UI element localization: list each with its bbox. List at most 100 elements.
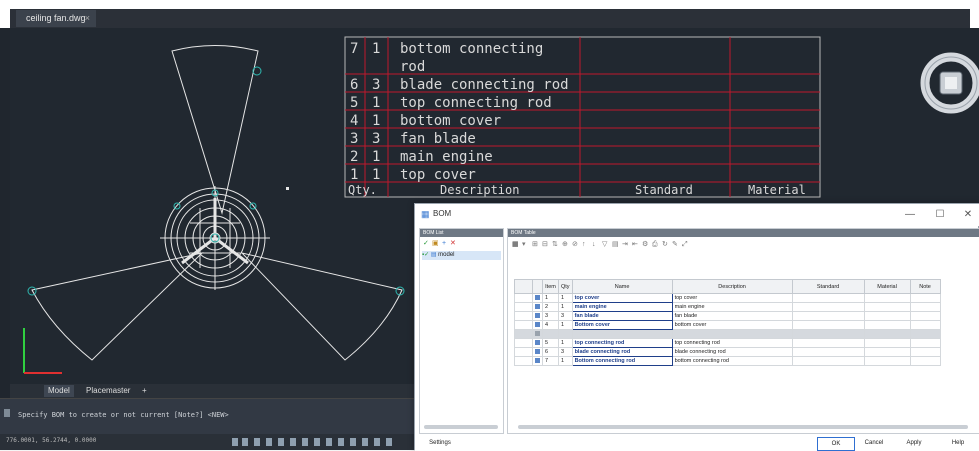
cell-item[interactable] bbox=[542, 329, 559, 339]
cell-description[interactable]: fan blade bbox=[671, 311, 793, 321]
sort-icon[interactable]: ⇅ bbox=[552, 241, 559, 248]
cell-note[interactable] bbox=[909, 338, 941, 348]
settings-button[interactable]: Settings bbox=[423, 437, 457, 449]
cell-item[interactable]: 4 bbox=[542, 320, 559, 330]
col-header-material[interactable]: Material bbox=[863, 279, 911, 294]
row-checkbox[interactable] bbox=[532, 347, 543, 357]
cell-item[interactable]: 2 bbox=[542, 302, 559, 312]
row-checkbox[interactable] bbox=[532, 293, 543, 303]
view-cube[interactable] bbox=[918, 50, 979, 116]
row-selector[interactable] bbox=[514, 293, 533, 303]
table-row[interactable]: 4 1 Bottom cover bottom cover bbox=[514, 320, 941, 330]
row-selector[interactable] bbox=[514, 356, 533, 366]
cell-description[interactable]: bottom cover bbox=[671, 320, 793, 330]
settings-icon[interactable]: ⚙ bbox=[642, 241, 649, 248]
maximize-button[interactable]: ☐ bbox=[925, 206, 955, 224]
delete-icon[interactable]: ✕ bbox=[450, 240, 457, 247]
ortho-toggle-icon[interactable] bbox=[254, 438, 260, 446]
cell-note[interactable] bbox=[909, 320, 941, 330]
col-header-select[interactable] bbox=[514, 279, 533, 294]
snap-toggle-icon[interactable] bbox=[242, 438, 248, 446]
close-tab-icon[interactable]: × bbox=[85, 10, 90, 27]
cell-material[interactable] bbox=[863, 347, 911, 357]
tree-item-model[interactable]: ▪✓ ▤ model bbox=[422, 251, 501, 260]
table-separator-row[interactable] bbox=[514, 329, 941, 339]
cell-name[interactable]: top connecting rod bbox=[571, 338, 673, 348]
edit-icon[interactable]: ✎ bbox=[672, 241, 679, 248]
cell-qty[interactable] bbox=[558, 329, 573, 339]
cell-description[interactable]: bottom connecting rod bbox=[671, 356, 793, 366]
cell-item[interactable]: 5 bbox=[542, 338, 559, 348]
dropdown-icon[interactable]: ▾ bbox=[522, 241, 529, 248]
customize-icon[interactable] bbox=[386, 438, 392, 446]
row-checkbox[interactable] bbox=[532, 302, 543, 312]
refresh-icon[interactable]: ↻ bbox=[662, 241, 669, 248]
cell-material[interactable] bbox=[863, 329, 911, 339]
right-pane-scrollbar[interactable] bbox=[518, 425, 968, 429]
command-line[interactable]: Specify BOM to create or not current [No… bbox=[0, 398, 420, 434]
row-selector[interactable] bbox=[514, 347, 533, 357]
cell-qty[interactable]: 1 bbox=[558, 293, 573, 303]
delete-row-icon[interactable]: ⊟ bbox=[542, 241, 549, 248]
cancel-button[interactable]: Cancel bbox=[859, 437, 889, 449]
transparency-toggle-icon[interactable] bbox=[314, 438, 320, 446]
osnap-toggle-icon[interactable] bbox=[278, 438, 284, 446]
table-row[interactable]: 2 1 main engine main engine bbox=[514, 302, 941, 312]
col-header-note[interactable]: Note bbox=[909, 279, 941, 294]
otrack-toggle-icon[interactable] bbox=[290, 438, 296, 446]
split-icon[interactable]: ⊘ bbox=[572, 241, 579, 248]
cell-standard[interactable] bbox=[791, 311, 865, 321]
merge-icon[interactable]: ⊕ bbox=[562, 241, 569, 248]
table-row[interactable]: 5 1 top connecting rod top connecting ro… bbox=[514, 338, 941, 348]
cell-material[interactable] bbox=[863, 320, 911, 330]
cell-qty[interactable]: 1 bbox=[558, 356, 573, 366]
units-icon[interactable] bbox=[362, 438, 368, 446]
left-pane-scrollbar[interactable] bbox=[424, 425, 498, 429]
row-checkbox[interactable] bbox=[532, 320, 543, 330]
cell-material[interactable] bbox=[863, 311, 911, 321]
cell-qty[interactable]: 1 bbox=[558, 320, 573, 330]
cell-name[interactable] bbox=[571, 329, 673, 339]
cell-qty[interactable]: 3 bbox=[558, 347, 573, 357]
cell-description[interactable]: blade connecting rod bbox=[671, 347, 793, 357]
cell-name[interactable]: fan blade bbox=[571, 311, 673, 321]
close-button[interactable]: ✕ bbox=[953, 206, 979, 224]
row-selector[interactable] bbox=[514, 302, 533, 312]
col-header-check[interactable] bbox=[532, 279, 543, 294]
table-row[interactable]: 7 1 Bottom connecting rod bottom connect… bbox=[514, 356, 941, 366]
cell-material[interactable] bbox=[863, 293, 911, 303]
polar-toggle-icon[interactable] bbox=[266, 438, 272, 446]
cell-standard[interactable] bbox=[791, 338, 865, 348]
grid-toggle-icon[interactable] bbox=[232, 438, 238, 446]
import-icon[interactable]: ⇤ bbox=[632, 241, 639, 248]
col-header-qty[interactable]: Qty bbox=[558, 279, 573, 294]
cell-item[interactable]: 6 bbox=[542, 347, 559, 357]
row-checkbox[interactable] bbox=[532, 356, 543, 366]
add-layout-button[interactable]: + bbox=[138, 385, 151, 397]
tab-model[interactable]: Model bbox=[44, 385, 74, 397]
row-checkbox[interactable] bbox=[532, 329, 543, 339]
document-tab[interactable]: ceiling fan.dwg × bbox=[16, 10, 96, 27]
dialog-title-bar[interactable]: ▦ BOM — ☐ ✕ bbox=[415, 204, 979, 226]
row-selector[interactable] bbox=[514, 338, 533, 348]
check-icon[interactable]: ✓ bbox=[423, 240, 430, 247]
cell-standard[interactable] bbox=[791, 329, 865, 339]
cell-description[interactable]: top connecting rod bbox=[671, 338, 793, 348]
cell-material[interactable] bbox=[863, 302, 911, 312]
cell-note[interactable] bbox=[909, 293, 941, 303]
print-icon[interactable]: ⎙ bbox=[652, 241, 659, 248]
table-row[interactable]: 6 3 blade connecting rod blade connectin… bbox=[514, 347, 941, 357]
cell-note[interactable] bbox=[909, 356, 941, 366]
cell-item[interactable]: 7 bbox=[542, 356, 559, 366]
export-icon[interactable]: ⇥ bbox=[622, 241, 629, 248]
col-header-item[interactable]: Item bbox=[542, 279, 559, 294]
cell-description[interactable]: main engine bbox=[671, 302, 793, 312]
move-down-icon[interactable]: ↓ bbox=[592, 241, 599, 248]
selection-cycling-icon[interactable] bbox=[326, 438, 332, 446]
tab-layout[interactable]: Placemaster bbox=[82, 385, 134, 397]
help-button[interactable]: Help bbox=[943, 437, 973, 449]
cell-qty[interactable]: 1 bbox=[558, 338, 573, 348]
cell-standard[interactable] bbox=[791, 356, 865, 366]
cell-description[interactable] bbox=[671, 329, 793, 339]
move-up-icon[interactable]: ↑ bbox=[582, 241, 589, 248]
